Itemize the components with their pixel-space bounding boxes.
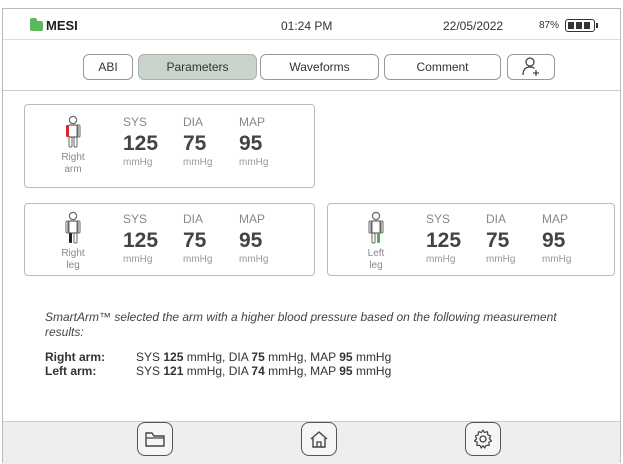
result-map: 95: [339, 364, 353, 378]
sys-column: SYS 125 mmHg: [426, 212, 476, 265]
dia-value: 75: [183, 132, 207, 155]
dia-column: DIA 75 mmHg: [183, 115, 233, 168]
sys-unit: mmHg: [123, 254, 153, 265]
brand-logo: MESI: [30, 17, 78, 33]
folder-icon: [145, 432, 165, 447]
dia-unit: mmHg: [486, 254, 516, 265]
left-leg-card: Left leg SYS 125 mmHg DIA 75 mmHg MAP 95…: [327, 203, 615, 276]
result-label: Right arm:: [45, 350, 105, 364]
tab-comment[interactable]: Comment: [384, 54, 501, 80]
sys-label: SYS: [426, 212, 451, 226]
dia-column: DIA 75 mmHg: [486, 212, 536, 265]
right-arm-card: Right arm SYS 125 mmHg DIA 75 mmHg MAP 9…: [24, 104, 315, 188]
battery-percent: 87%: [539, 20, 560, 31]
settings-button[interactable]: [465, 422, 501, 456]
clock-date: 22/05/2022: [443, 19, 504, 33]
dia-value: 75: [486, 229, 510, 252]
result-sys: 121: [163, 364, 184, 378]
dia-unit: mmHg: [183, 254, 213, 265]
map-unit: mmHg: [542, 254, 572, 265]
limb-label: Left leg: [367, 248, 385, 271]
bottom-nav: [3, 421, 620, 464]
home-icon: [310, 431, 328, 448]
sys-unit: mmHg: [123, 157, 153, 168]
status-bar: MESI 01:24 PM 22/05/2022 87%: [3, 9, 620, 40]
tab-abi[interactable]: ABI: [83, 54, 133, 80]
left-arm-result: Left arm: SYS 121 mmHg, DIA 74 mmHg, MAP …: [45, 364, 392, 378]
result-dia: 75: [251, 350, 265, 364]
body-figure-right-leg-icon: [65, 211, 81, 244]
dia-column: DIA 75 mmHg: [183, 212, 233, 265]
battery-icon: [565, 19, 598, 32]
limb-label: Right leg: [61, 248, 85, 271]
map-column: MAP 95 mmHg: [239, 212, 289, 265]
tab-waveforms[interactable]: Waveforms: [260, 54, 379, 80]
limb-label: Right arm: [61, 152, 85, 175]
map-label: MAP: [239, 115, 266, 129]
sys-column: SYS 125 mmHg: [123, 115, 173, 168]
sys-value: 125: [123, 229, 159, 252]
gear-icon: [473, 429, 493, 449]
result-sys: 125: [163, 350, 184, 364]
sys-column: SYS 125 mmHg: [123, 212, 173, 265]
dia-unit: mmHg: [183, 157, 213, 168]
map-unit: mmHg: [239, 157, 269, 168]
dia-label: DIA: [183, 212, 204, 226]
map-unit: mmHg: [239, 254, 269, 265]
brand-name: MESI: [46, 18, 78, 33]
add-user-icon: [522, 57, 539, 76]
smartarm-note: SmartArm™ selected the arm with a higher…: [45, 310, 557, 339]
dia-label: DIA: [183, 115, 204, 129]
map-label: MAP: [239, 212, 266, 226]
map-column: MAP 95 mmHg: [542, 212, 592, 265]
tab-bar: ABI Parameters Waveforms Comment: [3, 40, 620, 91]
right-arm-result: Right arm: SYS 125 mmHg, DIA 75 mmHg, MAP…: [45, 350, 392, 364]
result-label: Left arm:: [45, 364, 97, 378]
map-value: 95: [239, 229, 263, 252]
clock-time: 01:24 PM: [281, 19, 333, 33]
result-dia: 74: [251, 364, 265, 378]
sys-label: SYS: [123, 212, 148, 226]
sys-label: SYS: [123, 115, 148, 129]
sys-value: 125: [426, 229, 462, 252]
body-figure-right-arm-icon: [66, 115, 81, 148]
sys-value: 125: [123, 132, 159, 155]
map-value: 95: [239, 132, 263, 155]
dia-label: DIA: [486, 212, 507, 226]
result-map: 95: [339, 350, 353, 364]
map-column: MAP 95 mmHg: [239, 115, 289, 168]
body-figure-left-leg-icon: [368, 211, 384, 244]
dia-value: 75: [183, 229, 207, 252]
folder-logo-icon: [30, 17, 43, 31]
home-button[interactable]: [301, 422, 337, 456]
map-label: MAP: [542, 212, 569, 226]
right-leg-card: Right leg SYS 125 mmHg DIA 75 mmHg MAP 9…: [24, 203, 315, 276]
sys-unit: mmHg: [426, 254, 456, 265]
add-user-button[interactable]: [507, 54, 555, 80]
tab-parameters[interactable]: Parameters: [138, 54, 257, 80]
map-value: 95: [542, 229, 566, 252]
files-button[interactable]: [137, 422, 173, 456]
